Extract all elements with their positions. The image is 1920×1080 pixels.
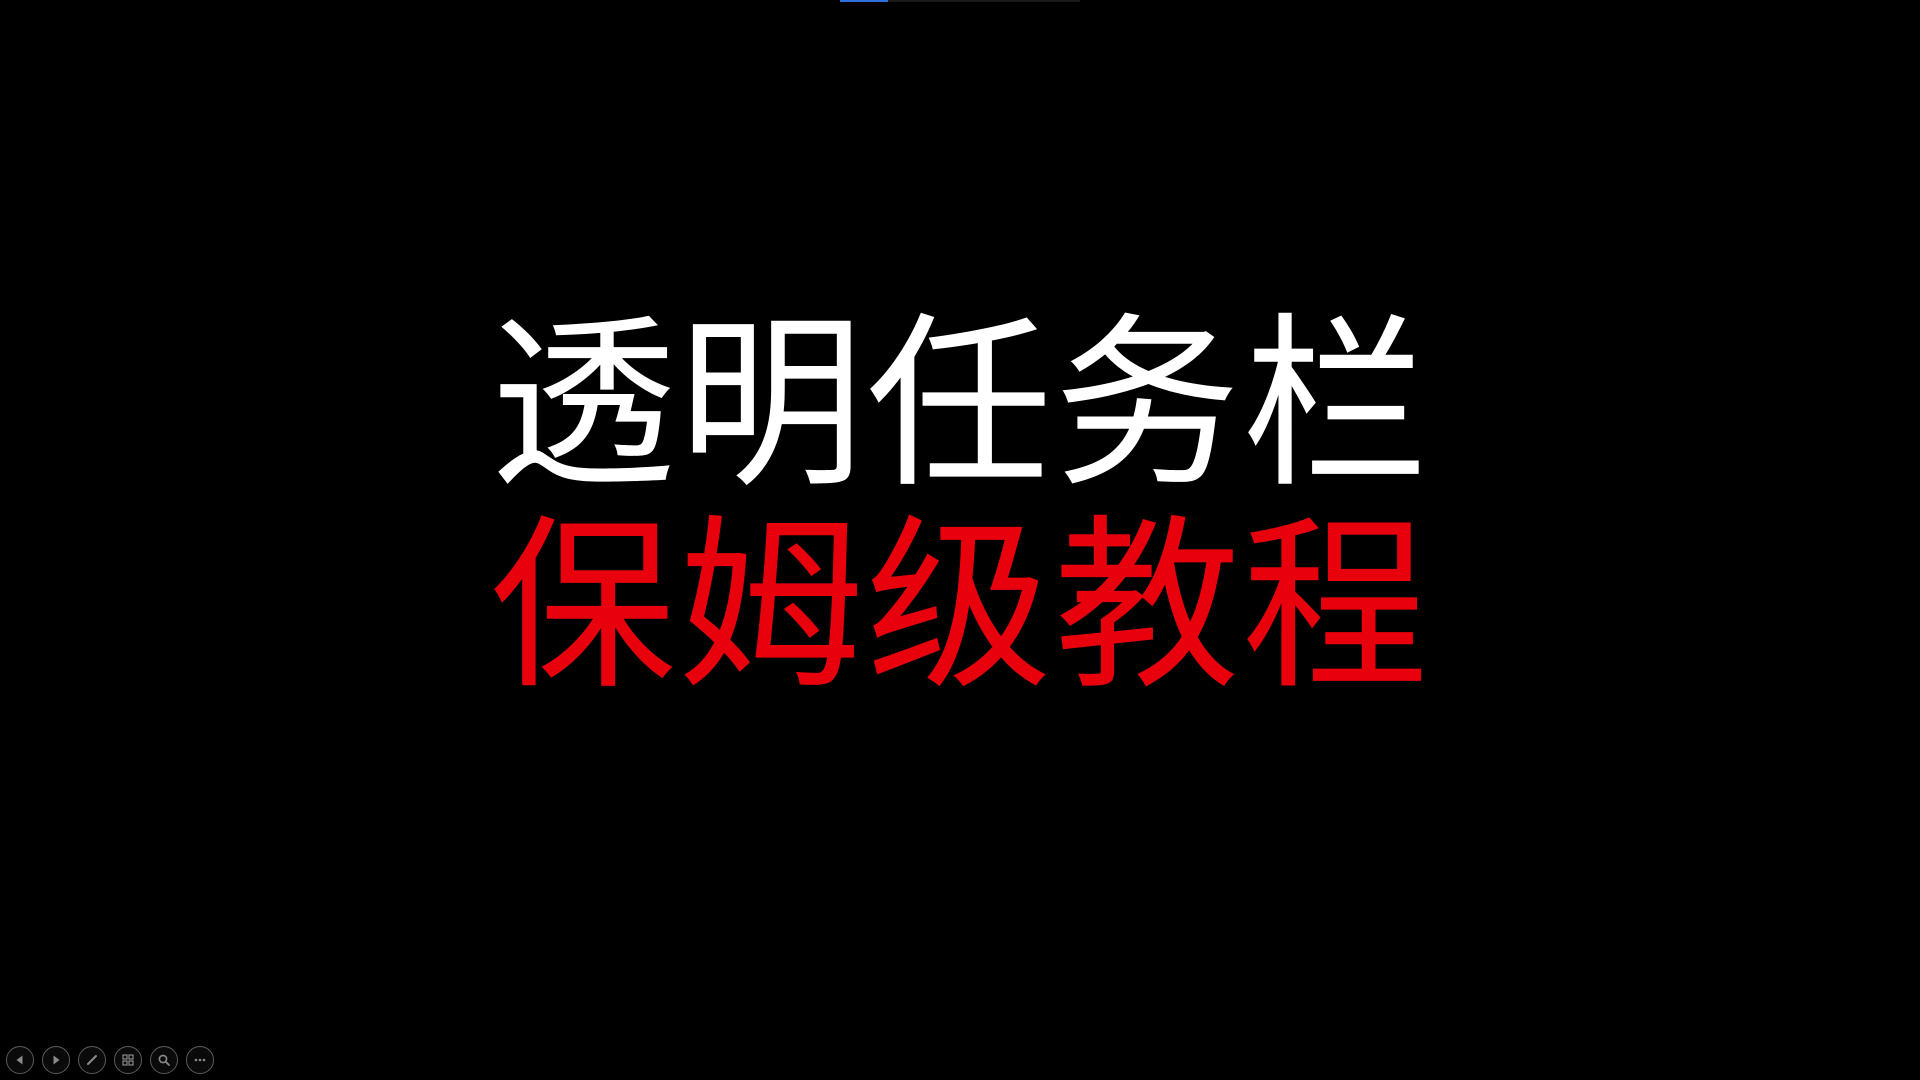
previous-slide-button[interactable] (6, 1046, 34, 1074)
slide-title-block: 透明任务栏 保姆级教程 (0, 300, 1920, 712)
pen-icon (87, 1055, 97, 1065)
next-slide-button[interactable] (42, 1046, 70, 1074)
more-options-button[interactable] (186, 1046, 214, 1074)
zoom-button[interactable] (150, 1046, 178, 1074)
slide-grid-icon (122, 1054, 134, 1066)
zoom-icon (158, 1054, 170, 1066)
slide-title-line-1: 透明任务栏 (489, 296, 1430, 513)
see-all-slides-button[interactable] (114, 1046, 142, 1074)
pen-tool-button[interactable] (78, 1046, 106, 1074)
presentation-slide: 透明任务栏 保姆级教程 (0, 0, 1920, 1080)
slide-progress-bar (840, 0, 1080, 2)
more-icon (194, 1058, 206, 1062)
slide-progress-fill (840, 0, 888, 2)
slide-title-line-2: 保姆级教程 (489, 498, 1430, 715)
presenter-controls (6, 1046, 214, 1074)
previous-icon (16, 1055, 23, 1065)
next-icon (53, 1055, 60, 1065)
